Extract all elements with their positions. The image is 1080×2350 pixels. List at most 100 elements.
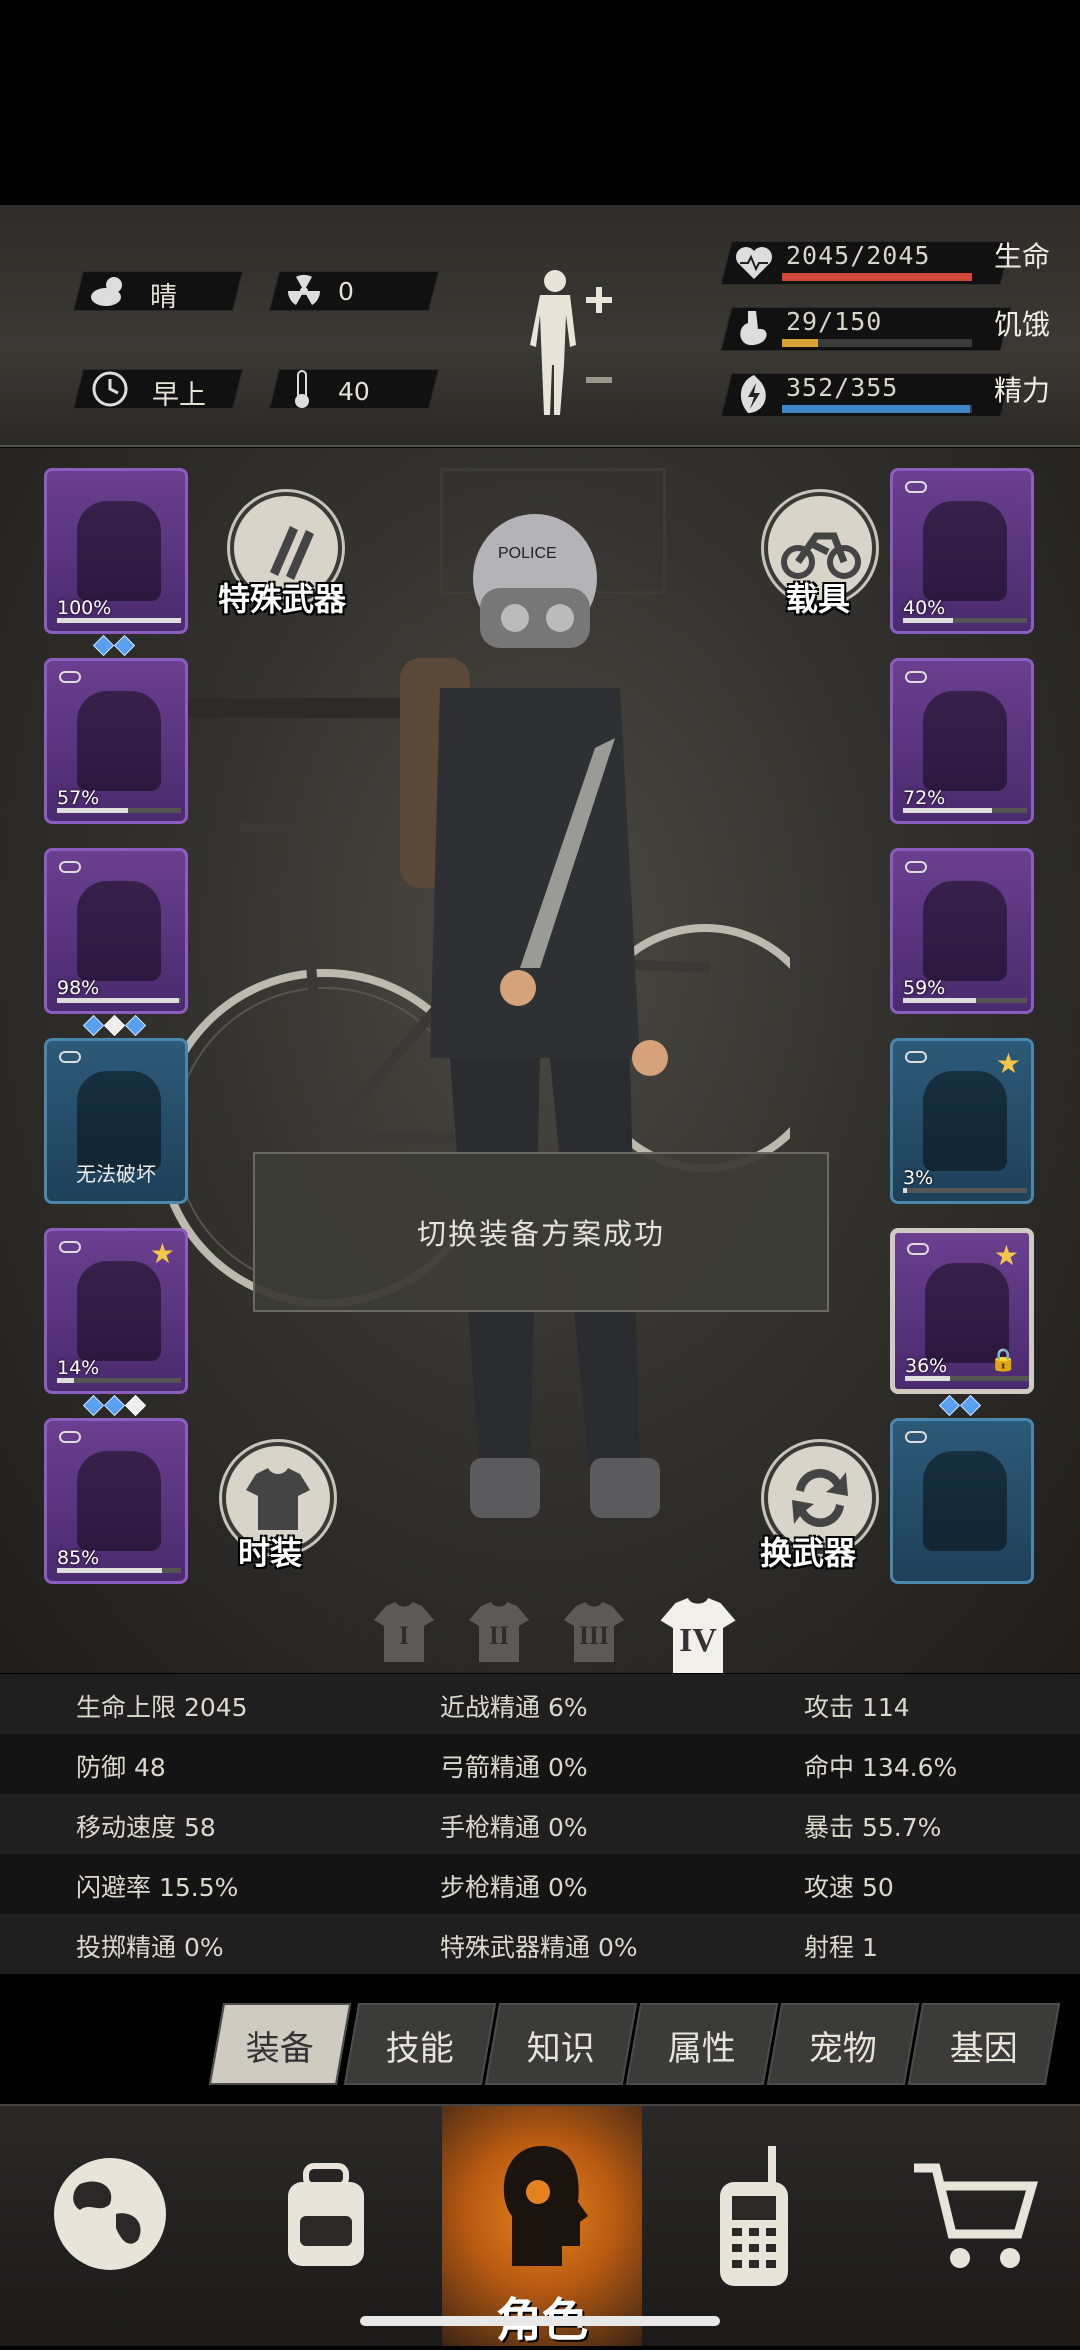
backpack-item-image bbox=[77, 1071, 161, 1171]
equipment-slot-boots[interactable]: 85% bbox=[44, 1418, 188, 1584]
link-icon bbox=[905, 861, 927, 873]
jacket-item-image bbox=[77, 881, 161, 981]
shirt-item-image bbox=[77, 691, 161, 791]
shield-item-image bbox=[923, 1071, 1007, 1171]
gem-icon bbox=[959, 1394, 982, 1417]
vehicle-label: 载具 bbox=[786, 580, 851, 618]
link-icon bbox=[905, 1051, 927, 1063]
link-icon bbox=[59, 1241, 81, 1253]
gem-icon bbox=[124, 1394, 147, 1417]
loadout-numeral: I bbox=[398, 1621, 410, 1651]
head-profile-icon bbox=[503, 2146, 588, 2266]
tab-0[interactable]: 装备 bbox=[208, 2003, 352, 2085]
gem-icon bbox=[103, 1394, 126, 1417]
equipment-slot-dynamite[interactable] bbox=[890, 1418, 1034, 1584]
equipment-slot-gas-mask[interactable]: 72% bbox=[890, 658, 1034, 824]
nav-bag[interactable] bbox=[220, 2106, 442, 2346]
body-status-button[interactable] bbox=[520, 265, 630, 425]
durability-bar bbox=[57, 618, 181, 623]
loadout-numeral: II bbox=[488, 1621, 510, 1651]
stats-table: 生命上限 2045 近战精通 6% 攻击 114 防御 48 弓箭精通 0% 命中 134… bbox=[0, 1674, 1080, 1974]
durability-percent: 98% bbox=[57, 977, 100, 999]
loadout-3-button[interactable]: III bbox=[558, 1594, 630, 1666]
gem-sockets bbox=[82, 1394, 147, 1417]
durability-bar bbox=[57, 998, 181, 1003]
nav-map[interactable] bbox=[0, 2106, 220, 2346]
nav-shop[interactable] bbox=[860, 2106, 1080, 2346]
equipment-slot-backpack[interactable]: 无法破坏 bbox=[44, 1038, 188, 1204]
energy-icon bbox=[740, 375, 766, 413]
equipment-slot-police-vest[interactable]: 59% bbox=[890, 848, 1034, 1014]
loadout-1-button[interactable]: I bbox=[368, 1594, 440, 1666]
tab-label: 技能 bbox=[385, 2029, 454, 2069]
gem-icon bbox=[113, 634, 136, 657]
home-indicator[interactable] bbox=[360, 2316, 720, 2326]
stat-cell: 暴击 55.7% bbox=[804, 1813, 942, 1842]
loadout-2-button[interactable]: II bbox=[463, 1594, 535, 1666]
loadout-4-button[interactable]: IV bbox=[653, 1588, 743, 1673]
durability-percent: 36% bbox=[905, 1355, 948, 1377]
link-icon bbox=[905, 671, 927, 683]
gem-icon bbox=[82, 1394, 105, 1417]
stat-cell: 攻击 114 bbox=[804, 1693, 910, 1722]
tab-label: 装备 bbox=[245, 2029, 314, 2069]
tab-label: 属性 bbox=[667, 2029, 736, 2069]
stat-cell: 手枪精通 0% bbox=[440, 1813, 588, 1842]
tab-3[interactable]: 属性 bbox=[625, 2003, 779, 2085]
equipment-slot-shirt[interactable]: 57% bbox=[44, 658, 188, 824]
temperature-value: 40 bbox=[338, 377, 370, 406]
stats-row: 防御 48 弓箭精通 0% 命中 134.6% bbox=[0, 1734, 1080, 1794]
health-value: 2045/2045 bbox=[786, 241, 931, 270]
stat-cell: 特殊武器精通 0% bbox=[440, 1933, 638, 1962]
stat-cell: 步枪精通 0% bbox=[440, 1873, 588, 1902]
walkie-talkie-icon bbox=[720, 2146, 788, 2286]
slot-label: 无法破坏 bbox=[76, 1162, 156, 1186]
stats-row: 投掷精通 0% 特殊武器精通 0% 射程 1 bbox=[0, 1914, 1080, 1974]
gem-sockets bbox=[938, 1394, 982, 1417]
equipment-slot-shield[interactable]: ★ 3% bbox=[890, 1038, 1034, 1204]
stat-cell: 射程 1 bbox=[804, 1933, 878, 1962]
stats-row: 生命上限 2045 近战精通 6% 攻击 114 bbox=[0, 1674, 1080, 1734]
durability-bar bbox=[57, 1568, 181, 1573]
globe-icon bbox=[54, 2158, 166, 2270]
nav-radio[interactable] bbox=[642, 2106, 860, 2346]
gem-sockets bbox=[82, 1014, 147, 1037]
link-icon bbox=[905, 481, 927, 493]
durability-bar bbox=[903, 998, 1027, 1003]
durability-bar bbox=[903, 1188, 1027, 1193]
tab-4[interactable]: 宠物 bbox=[766, 2003, 920, 2085]
equipment-slot-pants[interactable]: ★ 14% bbox=[44, 1228, 188, 1394]
loadout-numeral: III bbox=[578, 1621, 610, 1651]
equipment-slot-goggles[interactable]: 40% bbox=[890, 468, 1034, 634]
gem-icon bbox=[82, 1014, 105, 1037]
clock-icon bbox=[92, 371, 128, 407]
equipment-slot-jacket[interactable]: 98% bbox=[44, 848, 188, 1014]
gem-icon bbox=[938, 1394, 961, 1417]
hunger-label: 饥饿 bbox=[994, 308, 1051, 341]
tab-bar: 装备 技能 知识 属性 宠物 基因 bbox=[0, 1975, 1080, 2105]
energy-label: 精力 bbox=[994, 374, 1051, 407]
tab-5[interactable]: 基因 bbox=[907, 2003, 1061, 2085]
link-icon bbox=[907, 1243, 929, 1255]
equipment-slot-machete[interactable]: ★ 🔒 36% bbox=[890, 1228, 1034, 1394]
backpack-icon bbox=[288, 2163, 364, 2266]
star-icon: ★ bbox=[149, 1237, 175, 1270]
tab-2[interactable]: 知识 bbox=[484, 2003, 638, 2085]
nav-character[interactable]: 角色 bbox=[442, 2106, 642, 2347]
helmet-item-image bbox=[77, 501, 161, 601]
police-vest-item-image bbox=[923, 881, 1007, 981]
hunger-bar bbox=[782, 339, 972, 347]
tab-1[interactable]: 技能 bbox=[343, 2003, 497, 2085]
stat-cell: 命中 134.6% bbox=[804, 1753, 958, 1782]
durability-percent: 14% bbox=[57, 1357, 100, 1379]
health-label: 生命 bbox=[994, 240, 1051, 273]
link-icon bbox=[59, 1051, 81, 1063]
stat-cell: 攻速 50 bbox=[804, 1873, 894, 1902]
equipment-slot-helmet[interactable]: 100% bbox=[44, 468, 188, 634]
durability-bar bbox=[903, 618, 1027, 623]
health-bar bbox=[782, 273, 972, 281]
durability-percent: 59% bbox=[903, 977, 946, 999]
durability-bar bbox=[903, 808, 1027, 813]
heart-icon bbox=[736, 247, 772, 279]
durability-bar bbox=[905, 1376, 1029, 1381]
